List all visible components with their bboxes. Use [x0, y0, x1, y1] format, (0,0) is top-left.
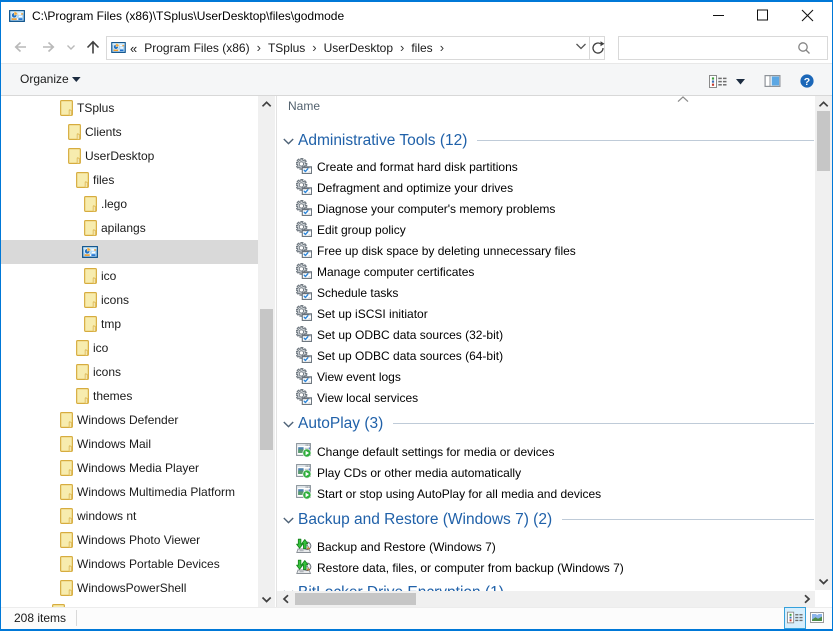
- svg-text:?: ?: [804, 76, 810, 88]
